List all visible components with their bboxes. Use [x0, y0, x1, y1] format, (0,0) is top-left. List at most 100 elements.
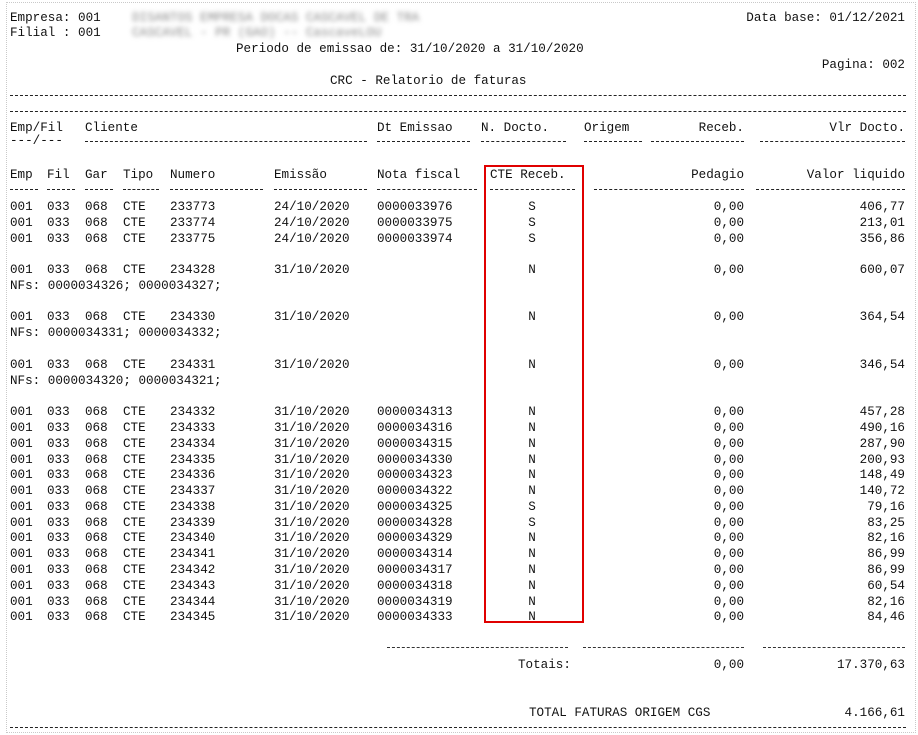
cell-emissao: 31/10/2020 — [274, 437, 350, 451]
cell-tipo: CTE — [123, 579, 146, 593]
col-fil: Fil — [47, 168, 70, 182]
cell-numero: 234345 — [170, 610, 216, 624]
empresa-label: Empresa: 001 — [10, 11, 101, 25]
underline-fil — [47, 189, 75, 190]
cell-valor-liquido: 200,93 — [859, 453, 905, 467]
cell-valor-liquido: 86,99 — [867, 563, 905, 577]
cell-emp: 001 — [10, 563, 33, 577]
cell-pedagio: 0,00 — [713, 358, 744, 372]
cell-pedagio: 0,00 — [713, 547, 744, 561]
underline-dt-emissao — [377, 141, 470, 142]
cell-numero: 234338 — [170, 500, 216, 514]
cell-gar: 068 — [85, 579, 108, 593]
cell-numero: 234343 — [170, 579, 216, 593]
cell-emp: 001 — [10, 421, 33, 435]
cell-valor-liquido: 406,77 — [859, 200, 905, 214]
cell-valor-liquido: 457,28 — [859, 405, 905, 419]
underline-pedagio — [594, 189, 744, 190]
cell-emissao: 31/10/2020 — [274, 547, 350, 561]
cell-emp: 001 — [10, 310, 33, 324]
col-emissao: Emissão — [274, 168, 327, 182]
cell-nota-fiscal: 0000034317 — [377, 563, 453, 577]
cell-tipo: CTE — [123, 595, 146, 609]
cell-fil: 033 — [47, 200, 70, 214]
cell-tipo: CTE — [123, 516, 146, 530]
cell-pedagio: 0,00 — [713, 595, 744, 609]
cell-tipo: CTE — [123, 563, 146, 577]
cell-emissao: 31/10/2020 — [274, 453, 350, 467]
cell-tipo: CTE — [123, 468, 146, 482]
cell-tipo: CTE — [123, 453, 146, 467]
cell-valor-liquido: 364,54 — [859, 310, 905, 324]
cell-numero: 234342 — [170, 563, 216, 577]
cell-valor-liquido: 82,16 — [867, 531, 905, 545]
cell-numero: 234336 — [170, 468, 216, 482]
cell-gar: 068 — [85, 516, 108, 530]
cell-tipo: CTE — [123, 200, 146, 214]
cell-tipo: CTE — [123, 610, 146, 624]
grand-total-label: TOTAL FATURAS ORIGEM CGS — [529, 706, 711, 720]
report-page: Empresa: 001 DISANTOS EMPRESA DOCAS CASC… — [0, 0, 918, 735]
cell-fil: 033 — [47, 405, 70, 419]
col-emp-fil: Emp/Fil — [10, 121, 63, 135]
cell-valor-liquido: 287,90 — [859, 437, 905, 451]
cell-emissao: 24/10/2020 — [274, 200, 350, 214]
cell-pedagio: 0,00 — [713, 437, 744, 451]
separator-top-2 — [10, 111, 906, 112]
row-nfs-list: NFs: 0000034331; 0000034332; — [10, 326, 222, 340]
cell-valor-liquido: 600,07 — [859, 263, 905, 277]
row-nfs-list: NFs: 0000034320; 0000034321; — [10, 374, 222, 388]
cell-fil: 033 — [47, 484, 70, 498]
col-pedagio: Pedagio — [691, 168, 744, 182]
cell-tipo: CTE — [123, 437, 146, 451]
col-origem: Origem — [584, 121, 630, 135]
cell-fil: 033 — [47, 421, 70, 435]
underline-origem — [584, 141, 642, 142]
underline-emissao — [274, 189, 367, 190]
cell-numero: 233774 — [170, 216, 216, 230]
cell-fil: 033 — [47, 216, 70, 230]
cell-fil: 033 — [47, 547, 70, 561]
col-valor-liquido: Valor liquido — [806, 168, 905, 182]
cell-fil: 033 — [47, 516, 70, 530]
cell-fil: 033 — [47, 579, 70, 593]
underline-tipo — [123, 189, 159, 190]
totals-line-3 — [763, 647, 905, 648]
totals-pedagio: 0,00 — [713, 658, 744, 672]
grand-total-value: 4.166,61 — [844, 706, 905, 720]
cell-nota-fiscal: 0000034333 — [377, 610, 453, 624]
cell-nota-fiscal: 0000034323 — [377, 468, 453, 482]
cell-emp: 001 — [10, 405, 33, 419]
col-dt-emissao: Dt Emissao — [377, 121, 453, 135]
cell-pedagio: 0,00 — [713, 610, 744, 624]
cell-tipo: CTE — [123, 405, 146, 419]
cell-gar: 068 — [85, 468, 108, 482]
cell-emissao: 31/10/2020 — [274, 310, 350, 324]
cell-tipo: CTE — [123, 310, 146, 324]
cell-gar: 068 — [85, 200, 108, 214]
page-edge-bottom — [6, 732, 916, 733]
cell-pedagio: 0,00 — [713, 310, 744, 324]
cell-numero: 234340 — [170, 531, 216, 545]
cell-gar: 068 — [85, 500, 108, 514]
cell-numero: 234344 — [170, 595, 216, 609]
cell-nota-fiscal: 0000034325 — [377, 500, 453, 514]
cell-gar: 068 — [85, 358, 108, 372]
cell-nota-fiscal: 0000034322 — [377, 484, 453, 498]
cell-fil: 033 — [47, 610, 70, 624]
cell-pedagio: 0,00 — [713, 405, 744, 419]
underline-nota-fiscal — [377, 189, 477, 190]
cell-numero: 234333 — [170, 421, 216, 435]
cell-emissao: 31/10/2020 — [274, 610, 350, 624]
cell-emp: 001 — [10, 453, 33, 467]
col-emp: Emp — [10, 168, 33, 182]
underline-receb — [651, 141, 744, 142]
filial-label: Filial : 001 — [10, 26, 101, 40]
cell-fil: 033 — [47, 500, 70, 514]
cell-numero: 234334 — [170, 437, 216, 451]
cell-valor-liquido: 84,46 — [867, 610, 905, 624]
cell-pedagio: 0,00 — [713, 500, 744, 514]
row-nfs-list: NFs: 0000034326; 0000034327; — [10, 279, 222, 293]
cell-nota-fiscal: 0000034315 — [377, 437, 453, 451]
cell-nota-fiscal: 0000034329 — [377, 531, 453, 545]
